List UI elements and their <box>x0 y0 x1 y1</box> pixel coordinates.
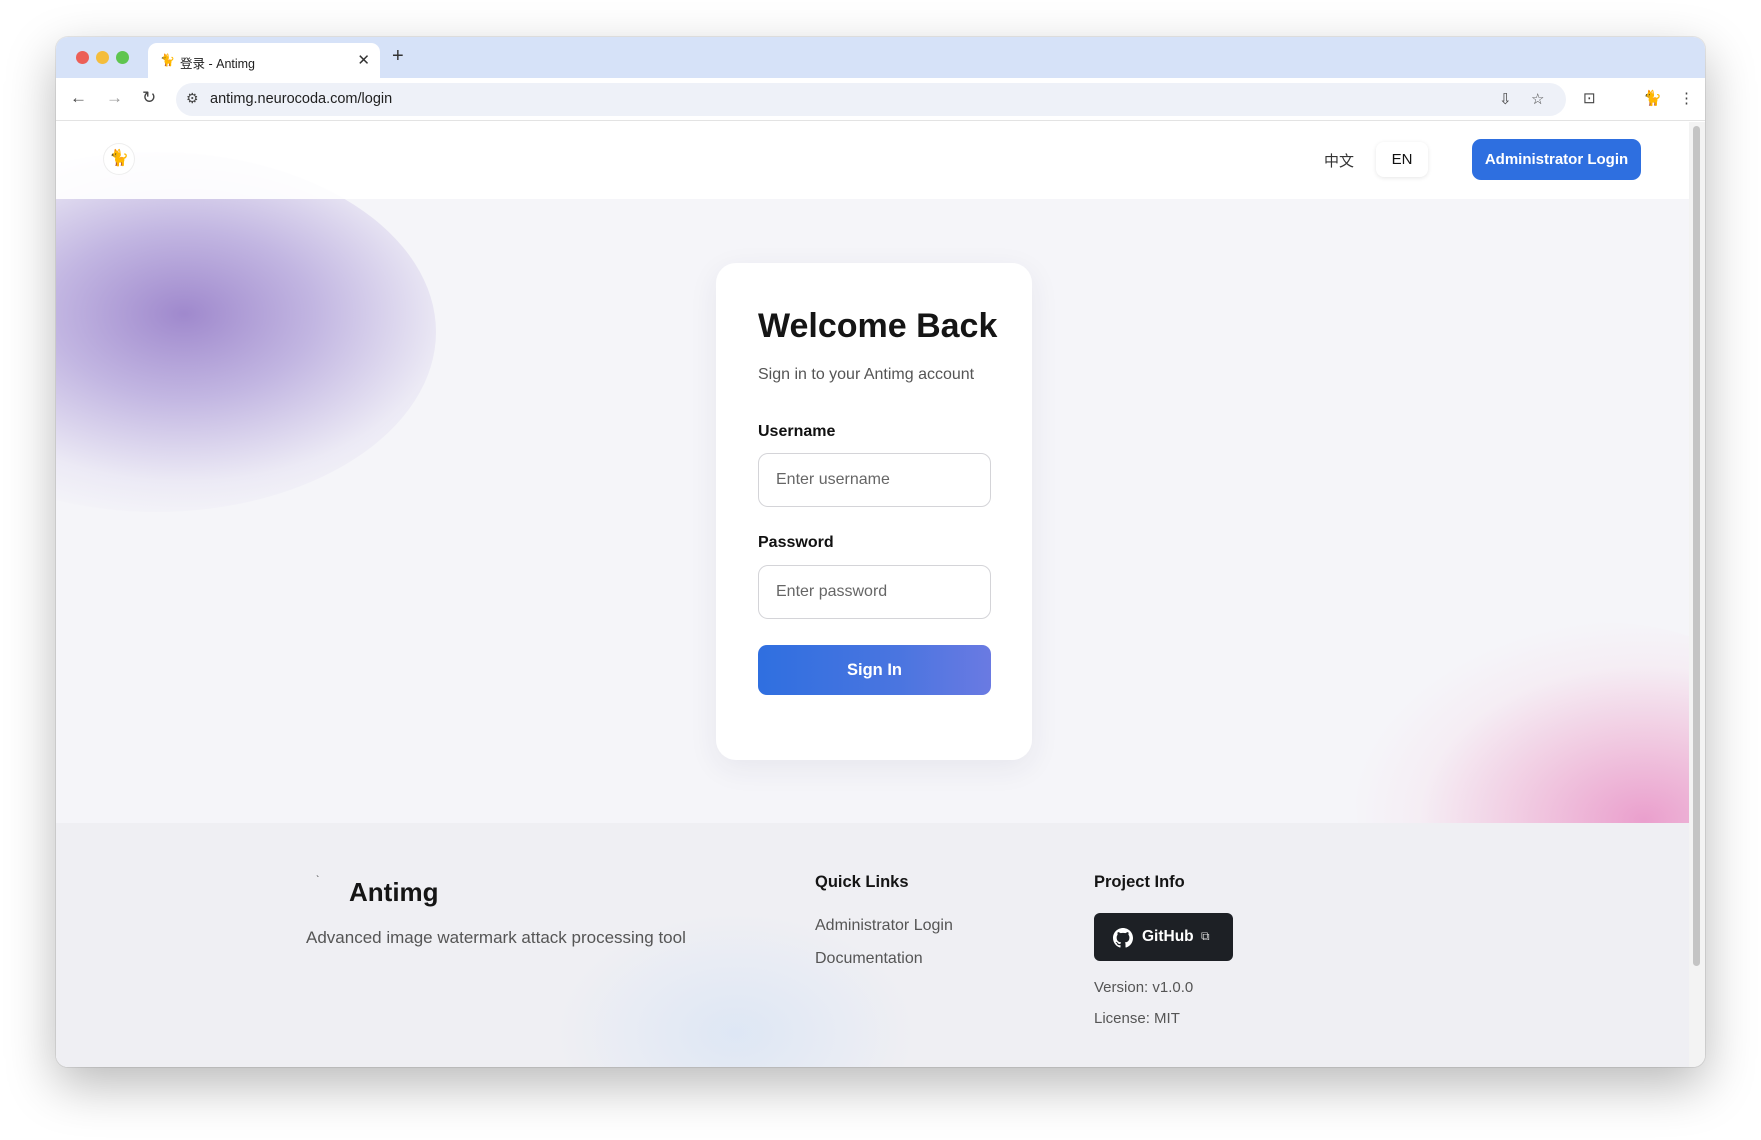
language-zh-button[interactable]: 中文 <box>1320 148 1358 173</box>
project-info-title: Project Info <box>1094 873 1185 891</box>
footer-link-documentation[interactable]: Documentation <box>815 950 923 968</box>
site-header: 🐈 中文 EN Administrator Login <box>56 122 1689 199</box>
tab-title: 登录 - Antimg <box>180 57 256 71</box>
bookmark-star-icon[interactable]: ☆ <box>1531 90 1544 108</box>
reading-mode-icon[interactable]: ⊡ <box>1583 89 1596 107</box>
decorative-blob-purple <box>56 152 436 512</box>
github-icon <box>1113 928 1133 948</box>
footer-tagline: Advanced image watermark attack processi… <box>306 928 686 947</box>
footer-link-administrator-login[interactable]: Administrator Login <box>815 917 953 935</box>
close-window-button[interactable] <box>76 51 89 64</box>
page-scrollbar[interactable] <box>1689 122 1705 1067</box>
footer-brand-name: Antimg <box>349 877 439 907</box>
url-text[interactable]: antimg.neurocoda.com/login <box>210 91 392 107</box>
forward-arrow-icon[interactable]: → <box>106 88 123 108</box>
tab-close-icon[interactable]: ✕ <box>357 51 370 69</box>
site-logo[interactable]: 🐈 <box>104 144 134 174</box>
address-bar[interactable]: ⚙ antimg.neurocoda.com/login ⇩ ☆ <box>176 83 1566 116</box>
page-content: 🐈 中文 EN Administrator Login Welcome Back… <box>56 122 1689 1067</box>
sign-in-button[interactable]: Sign In <box>758 645 991 695</box>
version-text: Version: v1.0.0 <box>1094 979 1194 996</box>
login-card: Welcome Back Sign in to your Antimg acco… <box>716 263 1032 760</box>
tab-strip: 🐈 登录 - Antimg ✕ + <box>56 37 1705 78</box>
login-subtitle: Sign in to your Antimg account <box>758 366 975 383</box>
site-footer: ` Antimg Advanced image watermark attack… <box>56 823 1689 1067</box>
back-arrow-icon[interactable]: ← <box>70 88 87 108</box>
install-app-icon[interactable]: ⇩ <box>1499 90 1512 108</box>
quick-links-title: Quick Links <box>815 873 909 891</box>
profile-icon[interactable]: 🐈 <box>1643 89 1662 107</box>
scrollbar-thumb[interactable] <box>1693 126 1700 966</box>
browser-toolbar: ← → ↻ ⚙ antimg.neurocoda.com/login ⇩ ☆ ⊡… <box>56 78 1705 121</box>
browser-window: 🐈 登录 - Antimg ✕ + ← → ↻ ⚙ antimg.neuroco… <box>56 37 1705 1067</box>
password-label: Password <box>758 534 834 551</box>
browser-menu-icon[interactable]: ⋮ <box>1679 89 1694 107</box>
password-input[interactable] <box>758 565 991 619</box>
minimize-window-button[interactable] <box>96 51 109 64</box>
github-label: GitHub <box>1142 928 1194 945</box>
browser-tab-active[interactable]: 🐈 登录 - Antimg ✕ <box>148 43 380 78</box>
site-settings-icon[interactable]: ⚙ <box>186 90 199 107</box>
license-text: License: MIT <box>1094 1010 1180 1027</box>
maximize-window-button[interactable] <box>116 51 129 64</box>
github-button[interactable]: GitHub ⧉ <box>1094 913 1233 961</box>
username-input[interactable] <box>758 453 991 507</box>
username-label: Username <box>758 423 836 440</box>
login-title: Welcome Back <box>758 307 998 345</box>
footer-logo-icon: ` <box>316 875 320 886</box>
tab-favicon-icon: 🐈 <box>160 53 175 67</box>
administrator-login-button[interactable]: Administrator Login <box>1472 139 1641 180</box>
new-tab-icon[interactable]: + <box>392 45 404 68</box>
external-link-icon: ⧉ <box>1201 929 1210 943</box>
reload-icon[interactable]: ↻ <box>142 88 156 108</box>
language-en-button[interactable]: EN <box>1376 142 1428 177</box>
